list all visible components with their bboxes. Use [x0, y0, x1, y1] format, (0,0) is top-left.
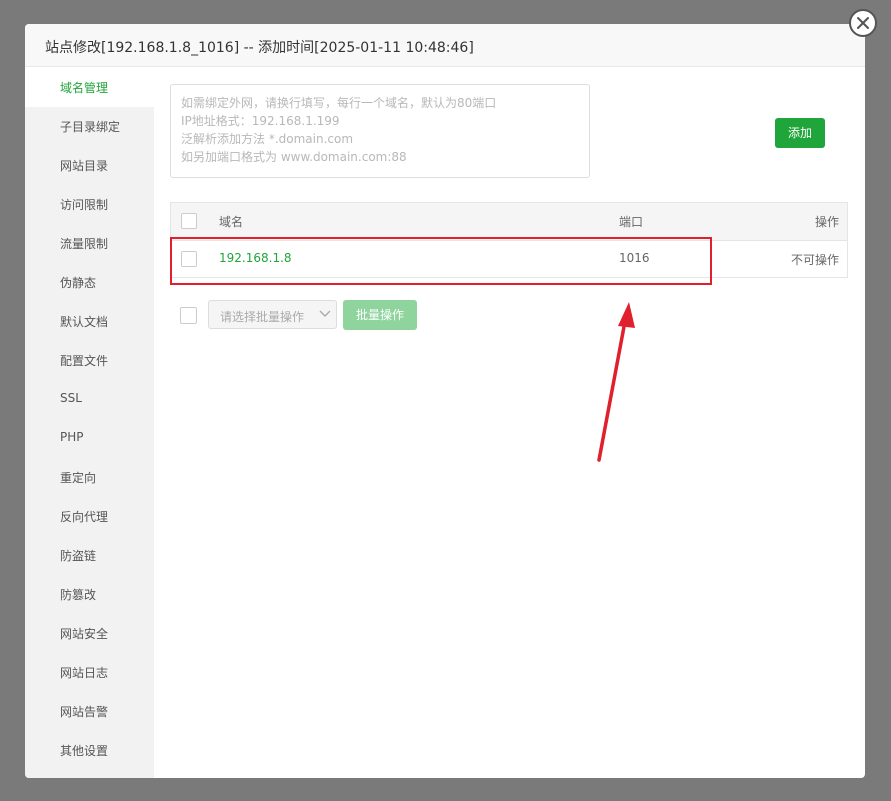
sidebar-item-redirect[interactable]: 重定向 [25, 458, 154, 497]
sidebar-item-label: 配置文件 [60, 354, 109, 368]
sidebar-item-access-restriction[interactable]: 访问限制 [25, 185, 154, 224]
table-header: 域名 端口 操作 [171, 203, 847, 241]
sidebar-item-site-alert[interactable]: 网站告警 [25, 692, 154, 731]
sidebar-item-domain-management[interactable]: 域名管理 [25, 68, 154, 107]
sidebar-item-hotlink-protection[interactable]: 防盗链 [25, 536, 154, 575]
domain-input-placeholder-line: IP地址格式：192.168.1.199 [181, 114, 340, 128]
sidebar-item-default-document[interactable]: 默认文档 [25, 302, 154, 341]
sidebar-item-label: 访问限制 [60, 198, 109, 212]
header-port: 端口 [619, 215, 644, 229]
domain-input-placeholder-line: 如需绑定外网，请换行填写，每行一个域名，默认为80端口 [181, 96, 497, 110]
domain-input[interactable]: 如需绑定外网，请换行填写，每行一个域名，默认为80端口 IP地址格式：192.1… [170, 84, 590, 178]
sidebar-item-site-directory[interactable]: 网站目录 [25, 146, 154, 185]
header-domain: 域名 [219, 215, 244, 229]
domain-input-placeholder-line: 如另加端口格式为 www.domain.com:88 [181, 150, 407, 164]
sidebar-item-label: SSL [60, 391, 82, 405]
sidebar-item-label: 防篡改 [60, 588, 97, 602]
sidebar-item-label: 域名管理 [60, 81, 109, 95]
sidebar-item-ssl[interactable]: SSL [25, 380, 154, 419]
sidebar-item-label: 流量限制 [60, 237, 109, 251]
header-action: 操作 [814, 215, 839, 229]
batch-select-checkbox[interactable] [180, 307, 197, 324]
sidebar-item-subdirectory-binding[interactable]: 子目录绑定 [25, 107, 154, 146]
annotation-highlight-box [170, 237, 712, 285]
sidebar-item-label: 反向代理 [60, 510, 109, 524]
close-button[interactable] [849, 9, 877, 37]
dialog-title: 站点修改[192.168.1.8_1016] -- 添加时间[2025-01-1… [45, 40, 474, 56]
domain-input-placeholder-line: 泛解析添加方法 *.domain.com [181, 132, 354, 146]
batch-action-select[interactable]: 请选择批量操作 [208, 300, 337, 329]
close-icon [857, 17, 869, 29]
sidebar-item-site-security[interactable]: 网站安全 [25, 614, 154, 653]
select-all-checkbox[interactable] [181, 213, 197, 229]
sidebar-item-php[interactable]: PHP [25, 419, 154, 458]
sidebar-item-label: 其他设置 [60, 744, 109, 758]
sidebar-item-label: 网站日志 [60, 666, 109, 680]
chevron-down-icon [319, 310, 331, 317]
sidebar-item-reverse-proxy[interactable]: 反向代理 [25, 497, 154, 536]
sidebar-item-label: PHP [60, 430, 84, 444]
sidebar-item-tamper-protection[interactable]: 防篡改 [25, 575, 154, 614]
sidebar-item-rewrite[interactable]: 伪静态 [25, 263, 154, 302]
dialog-header: 站点修改[192.168.1.8_1016] -- 添加时间[2025-01-1… [25, 24, 865, 67]
row-action-status: 不可操作 [790, 253, 839, 267]
sidebar: 域名管理 子目录绑定 网站目录 访问限制 流量限制 伪静态 默认文档 配置文件 … [25, 68, 154, 778]
sidebar-item-site-log[interactable]: 网站日志 [25, 653, 154, 692]
sidebar-item-label: 网站目录 [60, 159, 109, 173]
sidebar-item-label: 子目录绑定 [60, 120, 121, 134]
sidebar-item-label: 网站安全 [60, 627, 109, 641]
sidebar-item-config-file[interactable]: 配置文件 [25, 341, 154, 380]
sidebar-item-label: 防盗链 [60, 549, 97, 563]
add-domain-button[interactable]: 添加 [775, 118, 825, 148]
sidebar-item-label: 重定向 [60, 471, 97, 485]
batch-action-button[interactable]: 批量操作 [343, 300, 417, 330]
sidebar-item-label: 伪静态 [60, 276, 97, 290]
batch-select-placeholder: 请选择批量操作 [220, 310, 305, 324]
sidebar-item-label: 默认文档 [60, 315, 109, 329]
sidebar-item-other-settings[interactable]: 其他设置 [25, 731, 154, 770]
sidebar-item-traffic-limit[interactable]: 流量限制 [25, 224, 154, 263]
sidebar-item-label: 网站告警 [60, 705, 109, 719]
site-edit-dialog: 站点修改[192.168.1.8_1016] -- 添加时间[2025-01-1… [25, 24, 865, 778]
